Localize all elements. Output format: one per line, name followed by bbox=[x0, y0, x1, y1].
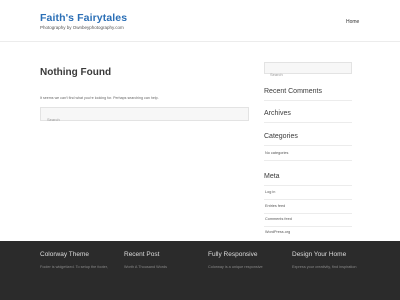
site-header: Faith's Fairytales Photography by Ownbey… bbox=[0, 0, 400, 42]
footer-col-title: Fully Responsive bbox=[208, 251, 258, 258]
site-title[interactable]: Faith's Fairytales bbox=[40, 12, 127, 24]
widget-divider bbox=[264, 145, 352, 146]
meta-link-wordpress-org[interactable]: WordPress.org bbox=[265, 230, 290, 234]
widget-heading-categories: Categories bbox=[264, 133, 298, 140]
footer-recent-post-link[interactable]: Worth A Thousand Words bbox=[124, 265, 167, 269]
sidebar-search-box[interactable] bbox=[264, 62, 352, 80]
footer-col-text: Express your creativity, find inspiratio… bbox=[292, 265, 357, 269]
footer-col-text: Fooler is widgetized. To setup the foote… bbox=[40, 265, 108, 269]
widget-heading-meta: Meta bbox=[264, 173, 280, 180]
categories-empty-text: No categories bbox=[265, 151, 289, 155]
page-title: Nothing Found bbox=[40, 67, 112, 78]
footer-col-title: Design Your Home bbox=[292, 251, 347, 258]
site-footer bbox=[0, 241, 400, 300]
widget-divider bbox=[264, 199, 352, 200]
footer-col-title: Recent Post bbox=[124, 251, 160, 258]
widget-heading-archives: Archives bbox=[264, 110, 291, 117]
site-tagline: Photography by Ownbeyphotography.com bbox=[40, 25, 124, 30]
page: Faith's Fairytales Photography by Ownbey… bbox=[0, 0, 400, 300]
meta-link-log-in[interactable]: Log in bbox=[265, 190, 275, 194]
nav-home-link[interactable]: Home bbox=[346, 19, 359, 25]
widget-divider bbox=[264, 160, 352, 161]
widget-divider bbox=[264, 213, 352, 214]
widget-heading-recent-comments: Recent Comments bbox=[264, 88, 322, 95]
sidebar-search-input[interactable] bbox=[265, 69, 351, 80]
widget-divider bbox=[264, 226, 352, 227]
not-found-message: It seems we can't find what you're looki… bbox=[40, 96, 159, 100]
main-search-box[interactable] bbox=[40, 107, 249, 126]
widget-divider bbox=[264, 100, 352, 101]
widget-divider bbox=[264, 122, 352, 123]
footer-col-title: Colorway Theme bbox=[40, 251, 90, 258]
footer-col-text: Colorway is a unique responsive bbox=[208, 265, 263, 269]
meta-link-comments-feed[interactable]: Comments feed bbox=[265, 217, 292, 221]
widget-divider bbox=[264, 185, 352, 186]
meta-link-entries-feed[interactable]: Entries feed bbox=[265, 204, 285, 208]
main-search-input[interactable] bbox=[41, 113, 248, 126]
